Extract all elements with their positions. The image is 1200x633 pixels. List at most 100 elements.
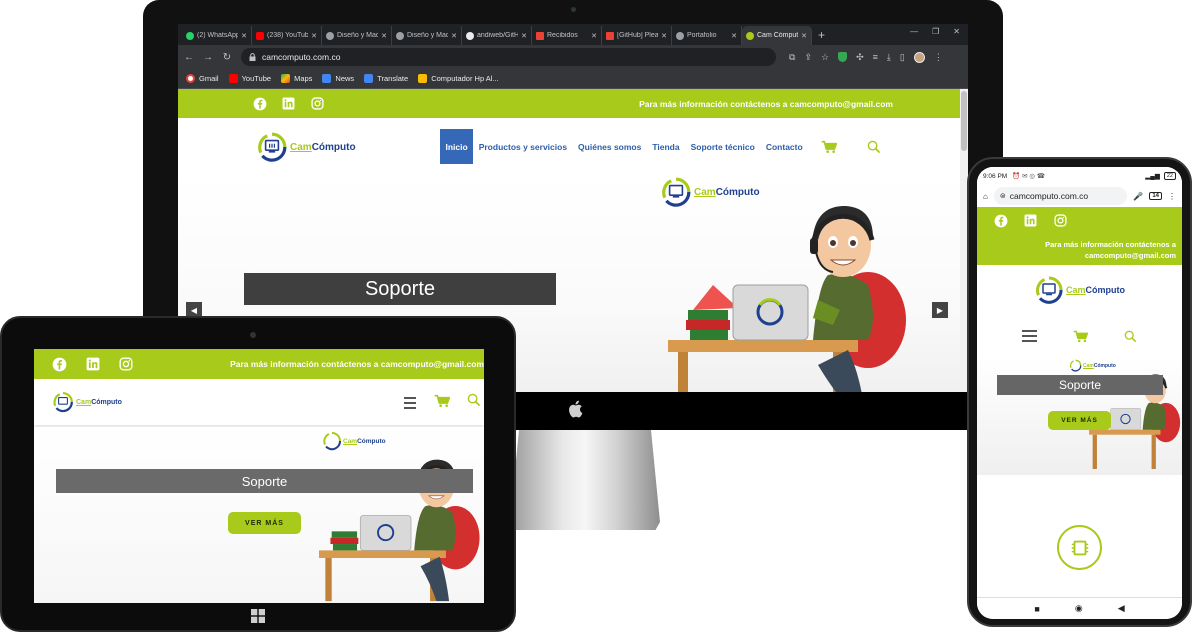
instagram-icon[interactable]: [1053, 213, 1068, 228]
android-home-icon[interactable]: ◉: [1075, 603, 1083, 614]
phone-navbar: [977, 315, 1182, 357]
ver-mas-button[interactable]: VER MÁS: [1048, 411, 1111, 430]
browser-tab[interactable]: (2) WhatsApp ✕: [182, 26, 252, 45]
home-icon[interactable]: ⌂: [983, 192, 988, 201]
phone-device: 9:06 PM ⏰ ✉ ◎ ☎ ▂▄▆ 22 ⌂ ⊜ camcomputo.co…: [967, 157, 1192, 627]
instagram-icon[interactable]: [310, 96, 325, 111]
linkedin-icon[interactable]: [281, 96, 296, 111]
instagram-icon[interactable]: [118, 357, 133, 372]
share-icon[interactable]: ⇪: [804, 52, 812, 63]
contact-info[interactable]: Para más información contáctenos a camco…: [639, 99, 893, 109]
side-panel-icon[interactable]: ▯: [900, 52, 905, 63]
star-icon[interactable]: ☆: [821, 52, 829, 63]
maximize-icon[interactable]: ❐: [932, 27, 939, 36]
logo-text-cam: Cam: [1083, 362, 1094, 369]
status-time: 9:06 PM: [983, 172, 1008, 180]
search-icon[interactable]: [867, 140, 881, 154]
translate-icon[interactable]: ⧉: [789, 52, 795, 63]
browser-tab[interactable]: Recibidos ✕: [532, 26, 602, 45]
close-tab-icon[interactable]: ✕: [521, 32, 527, 40]
facebook-icon[interactable]: [52, 357, 67, 372]
menu-item-tienda[interactable]: Tienda: [647, 129, 685, 164]
logo-text-cam: Cam: [343, 437, 358, 445]
media-icon[interactable]: ≡: [873, 52, 878, 62]
close-tab-icon[interactable]: ✕: [801, 32, 807, 40]
bookmark-item[interactable]: News: [322, 74, 354, 83]
bookmark-item[interactable]: Maps: [281, 74, 312, 83]
logo-text-computo: Cómputo: [357, 437, 386, 445]
contact-info[interactable]: Para más información contáctenos a camco…: [1026, 239, 1176, 261]
search-icon[interactable]: [467, 393, 481, 407]
facebook-icon[interactable]: [993, 213, 1008, 228]
new-tab-button[interactable]: +: [818, 28, 825, 42]
close-tab-icon[interactable]: ✕: [311, 32, 317, 40]
menu-item-soporte[interactable]: Soporte técnico: [685, 129, 760, 164]
cart-icon[interactable]: [821, 140, 837, 154]
linkedin-icon[interactable]: [1023, 213, 1038, 228]
top-contact-bar: Para más información contáctenos a camco…: [178, 89, 968, 118]
linkedin-icon[interactable]: [85, 357, 100, 372]
bookmark-item[interactable]: Gmail: [186, 74, 219, 83]
search-icon[interactable]: [1124, 330, 1137, 343]
browser-toolbar: ← → ↻ camcomputo.com.co ⧉ ⇪ ☆ ✣ ≡ ⤓ ▯ ⋮: [178, 45, 968, 69]
recents-icon[interactable]: ■: [1034, 604, 1039, 614]
site-logo[interactable]: CamCómputo: [1034, 275, 1125, 305]
shield-extension-icon[interactable]: [838, 52, 848, 62]
scrollbar-thumb[interactable]: [961, 91, 967, 151]
bookmark-item[interactable]: YouTube: [228, 74, 271, 83]
close-tab-icon[interactable]: ✕: [241, 32, 247, 40]
back-icon[interactable]: ←: [184, 52, 194, 63]
browser-menu-icon[interactable]: ⋮: [934, 52, 943, 63]
cart-icon[interactable]: [1073, 330, 1088, 343]
close-tab-icon[interactable]: ✕: [661, 32, 667, 40]
menu-item-productos[interactable]: Productos y servicios: [473, 129, 572, 164]
site-logo[interactable]: CamCómputo: [256, 131, 356, 163]
page-icon: [326, 31, 334, 40]
forward-icon[interactable]: →: [203, 52, 213, 63]
facebook-icon[interactable]: [252, 96, 267, 111]
menu-item-inicio[interactable]: Inicio: [440, 129, 474, 164]
hero-title: Soporte: [997, 375, 1163, 395]
menu-item-quienes-somos[interactable]: Quiénes somos: [573, 129, 647, 164]
minimize-icon[interactable]: ―: [910, 27, 918, 36]
close-tab-icon[interactable]: ✕: [731, 32, 737, 40]
puzzle-extensions-icon[interactable]: ✣: [856, 52, 864, 63]
close-tab-icon[interactable]: ✕: [381, 32, 387, 40]
browser-tab[interactable]: [GitHub] Please✕: [602, 26, 672, 45]
tab-switcher-icon[interactable]: 14: [1149, 192, 1162, 200]
close-tab-icon[interactable]: ✕: [591, 32, 597, 40]
browser-menu-icon[interactable]: ⋮: [1168, 192, 1176, 201]
windows-icon[interactable]: [251, 609, 265, 623]
close-window-icon[interactable]: ✕: [953, 27, 960, 36]
camcomputo-favicon: [746, 31, 754, 40]
browser-tab[interactable]: Diseño y Maquetación✕: [392, 26, 462, 45]
slider-next-button[interactable]: ▶: [932, 302, 948, 318]
menu-item-contacto[interactable]: Contacto: [760, 129, 808, 164]
address-bar[interactable]: camcomputo.com.co: [241, 48, 776, 66]
service-icon-circle[interactable]: [1057, 525, 1102, 570]
main-navbar: CamCómputo Inicio Productos y servicios …: [178, 118, 968, 176]
profile-avatar[interactable]: [913, 51, 925, 63]
site-logo[interactable]: CamCómputo: [52, 391, 122, 413]
browser-tab[interactable]: Portafolio ✕: [672, 26, 742, 45]
browser-tab[interactable]: Diseño y Maquetación✕: [322, 26, 392, 45]
browser-tab-active[interactable]: Cam Cómputo ✕: [742, 26, 812, 45]
close-tab-icon[interactable]: ✕: [451, 32, 457, 40]
reload-icon[interactable]: ↻: [222, 52, 232, 63]
hamburger-icon[interactable]: [1022, 329, 1037, 343]
bookmark-item[interactable]: Computador Hp Al...: [418, 74, 499, 83]
ver-mas-button[interactable]: VER MÁS: [228, 512, 301, 534]
contact-info[interactable]: Para más información contáctenos a camco…: [230, 359, 484, 369]
logo-text-computo: Cómputo: [1085, 285, 1126, 295]
browser-tab[interactable]: andiweb/GitHub✕: [462, 26, 532, 45]
browser-tab[interactable]: (238) YouTube ✕: [252, 26, 322, 45]
hamburger-icon[interactable]: [404, 397, 416, 409]
tablet-device: Para más información contáctenos a camco…: [0, 316, 516, 632]
phone-address-bar[interactable]: ⊜ camcomputo.com.co: [993, 187, 1128, 205]
logo-text-computo: Cómputo: [311, 141, 356, 153]
android-back-icon[interactable]: ◀: [1118, 603, 1125, 614]
cart-icon[interactable]: [434, 394, 450, 408]
mic-icon[interactable]: 🎤: [1133, 192, 1143, 201]
bookmark-item[interactable]: Translate: [364, 74, 408, 83]
download-icon[interactable]: ⤓: [887, 52, 891, 63]
